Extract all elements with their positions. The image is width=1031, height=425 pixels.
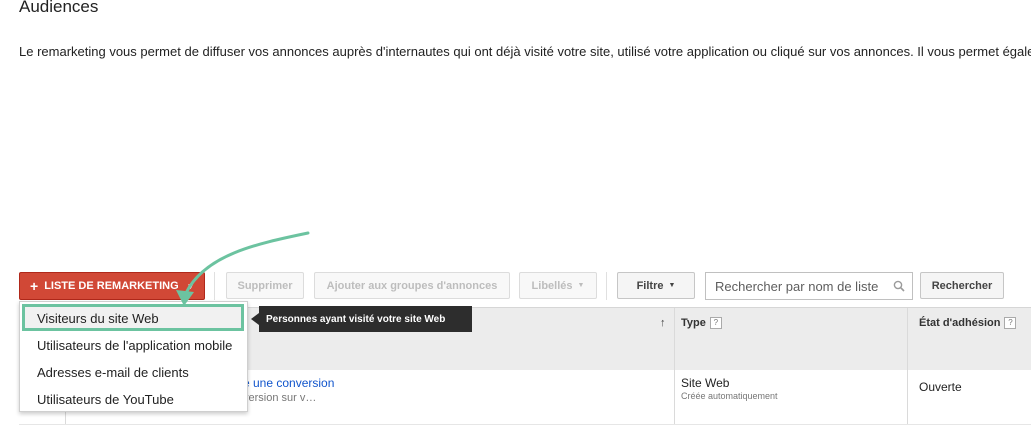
page-description: Le remarketing vous permet de diffuser v… <box>19 44 1031 59</box>
column-divider <box>907 308 908 370</box>
dropdown-item-youtube-users[interactable]: Utilisateurs de YouTube <box>37 392 174 407</box>
add-to-ad-groups-button[interactable]: Ajouter aux groupes d'annonces <box>314 272 510 299</box>
remarketing-list-button[interactable]: + LISTE DE REMARKETING ▼ <box>19 272 205 300</box>
tooltip: Personnes ayant visité votre site Web <box>259 306 472 332</box>
membership-state: Ouverte <box>919 380 962 394</box>
dropdown-item-mobile-app-users[interactable]: Utilisateurs de l'application mobile <box>37 338 232 353</box>
remarketing-list-label: LISTE DE REMARKETING <box>44 280 179 292</box>
dropdown-item-customer-emails[interactable]: Adresses e-mail de clients <box>37 365 189 380</box>
labels-label: Libellés <box>531 279 573 292</box>
column-header-type[interactable]: Type ? <box>681 317 722 329</box>
column-divider <box>907 370 908 424</box>
search-button[interactable]: Rechercher <box>920 272 1004 299</box>
column-header-type-label: Type <box>681 317 706 329</box>
chevron-down-icon: ▼ <box>577 282 585 289</box>
column-header-membership-state[interactable]: État d'adhésion ? <box>919 317 1017 329</box>
search-icon[interactable] <box>893 280 905 292</box>
chevron-down-icon: ▼ <box>186 281 195 291</box>
dropdown-item-website-visitors[interactable]: Visiteurs du site Web <box>37 311 159 326</box>
toolbar-divider <box>606 272 607 300</box>
labels-button[interactable]: Libellés ▼ <box>519 272 597 299</box>
toolbar-divider <box>214 272 215 300</box>
tooltip-pointer <box>251 313 259 325</box>
column-divider <box>674 370 675 424</box>
chevron-down-icon: ▼ <box>668 282 676 289</box>
sort-ascending-icon[interactable]: ↑ <box>660 317 666 329</box>
list-search-field[interactable] <box>705 272 913 300</box>
help-icon[interactable]: ? <box>1004 317 1017 329</box>
column-divider <box>674 308 675 370</box>
list-name-link[interactable]: é une conversion <box>243 376 334 390</box>
plus-icon: + <box>30 278 39 294</box>
page-title: Audiences <box>19 0 99 16</box>
list-type-sub: Créée automatiquement <box>681 391 778 401</box>
list-name-description: version sur v… <box>243 392 317 404</box>
delete-button[interactable]: Supprimer <box>226 272 304 299</box>
list-type: Site Web <box>681 376 730 390</box>
help-icon[interactable]: ? <box>709 317 722 329</box>
search-input[interactable] <box>715 278 885 294</box>
filter-button[interactable]: Filtre ▼ <box>617 272 695 299</box>
column-header-state-label: État d'adhésion <box>919 317 1001 329</box>
filter-label: Filtre <box>636 279 664 292</box>
